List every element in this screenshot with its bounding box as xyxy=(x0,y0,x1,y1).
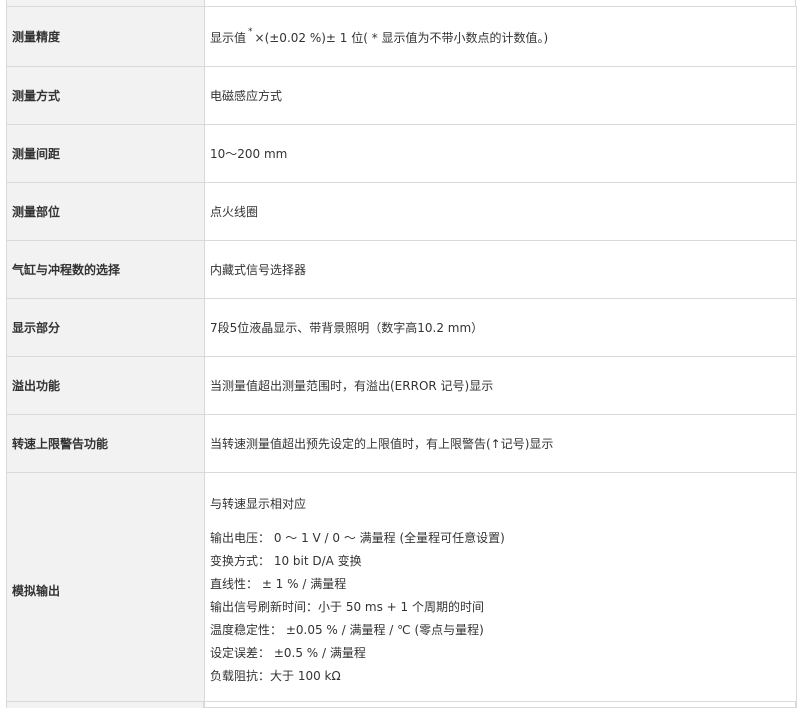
row-value: 内藏式信号选择器 xyxy=(204,240,797,299)
table-row: 测量间距 10～200 mm xyxy=(6,124,797,183)
row-label: 显示部分 xyxy=(6,298,205,357)
row-label: 测量方式 xyxy=(6,66,205,125)
detail-line: 设定误差： ±0.5 % / 满量程 xyxy=(210,645,366,660)
row-value: 7段5位液晶显示、带背景照明（数字高10.2 mm） xyxy=(204,298,797,357)
detail-heading: 与转速显示相对应 xyxy=(210,496,307,511)
detail-line: 直线性： ± 1 % / 满量程 xyxy=(210,576,347,591)
row-value: 点火线圈 xyxy=(204,182,797,241)
row-label: 测量精度 xyxy=(6,6,205,67)
row-label: 测量间距 xyxy=(6,124,205,183)
row-value: 显示值 * ×(±0.02 %)± 1 位( * 显示值为不带小数点的计数值。) xyxy=(204,6,797,67)
next-row-label-cell xyxy=(7,702,204,708)
row-value: 当测量值超出测量范围时，有溢出(ERROR 记号)显示 xyxy=(204,356,797,415)
row-label: 气缸与冲程数的选择 xyxy=(6,240,205,299)
table-row: 气缸与冲程数的选择 内藏式信号选择器 xyxy=(6,240,797,299)
row-label: 测量部位 xyxy=(6,182,205,241)
value-prefix: 显示值 xyxy=(210,31,247,45)
row-label: 模拟输出 xyxy=(6,472,205,708)
detail-line: 温度稳定性： ±0.05 % / 满量程 / ℃ (零点与量程) xyxy=(210,622,484,637)
table-row: 测量部位 点火线圈 xyxy=(6,182,797,241)
footnote-mark: * xyxy=(248,27,253,37)
detail-line: 变换方式： 10 bit D/A 变换 xyxy=(210,553,362,568)
row-value: 当转速测量值超出预先设定的上限值时，有上限警告(↑记号)显示 xyxy=(204,414,797,473)
value-suffix: ×(±0.02 %)± 1 位( * 显示值为不带小数点的计数值。) xyxy=(254,31,549,45)
analog-output-details: 与转速显示相对应 输出电压： 0 ～ 1 V / 0 ～ 满量程 (全量程可任意… xyxy=(210,493,796,688)
table-row: 测量方式 电磁感应方式 xyxy=(6,66,797,125)
next-row-edge xyxy=(6,701,796,708)
detail-line: 输出信号刷新时间：小于 50 ms + 1 个周期的时间 xyxy=(210,599,484,614)
row-value: 电磁感应方式 xyxy=(204,66,797,125)
table-row: 测量精度 显示值 * ×(±0.02 %)± 1 位( * 显示值为不带小数点的计数… xyxy=(6,6,797,67)
table-row: 转速上限警告功能 当转速测量值超出预先设定的上限值时，有上限警告(↑记号)显示 xyxy=(6,414,797,473)
table-row: 显示部分 7段5位液晶显示、带背景照明（数字高10.2 mm） xyxy=(6,298,797,357)
table-row: 溢出功能 当测量值超出测量范围时，有溢出(ERROR 记号)显示 xyxy=(6,356,797,415)
row-value: 与转速显示相对应 输出电压： 0 ～ 1 V / 0 ～ 满量程 (全量程可任意… xyxy=(204,472,797,708)
detail-line: 负载阻抗：大于 100 kΩ xyxy=(210,668,341,683)
table-row: 模拟输出 与转速显示相对应 输出电压： 0 ～ 1 V / 0 ～ 满量程 (全… xyxy=(6,472,797,708)
row-value: 10～200 mm xyxy=(204,124,797,183)
spec-table: 测量精度 显示值 * ×(±0.02 %)± 1 位( * 显示值为不带小数点的计数… xyxy=(6,6,797,708)
row-label: 转速上限警告功能 xyxy=(6,414,205,473)
detail-line: 输出电压： 0 ～ 1 V / 0 ～ 满量程 (全量程可任意设置) xyxy=(210,530,505,545)
row-label: 溢出功能 xyxy=(6,356,205,415)
